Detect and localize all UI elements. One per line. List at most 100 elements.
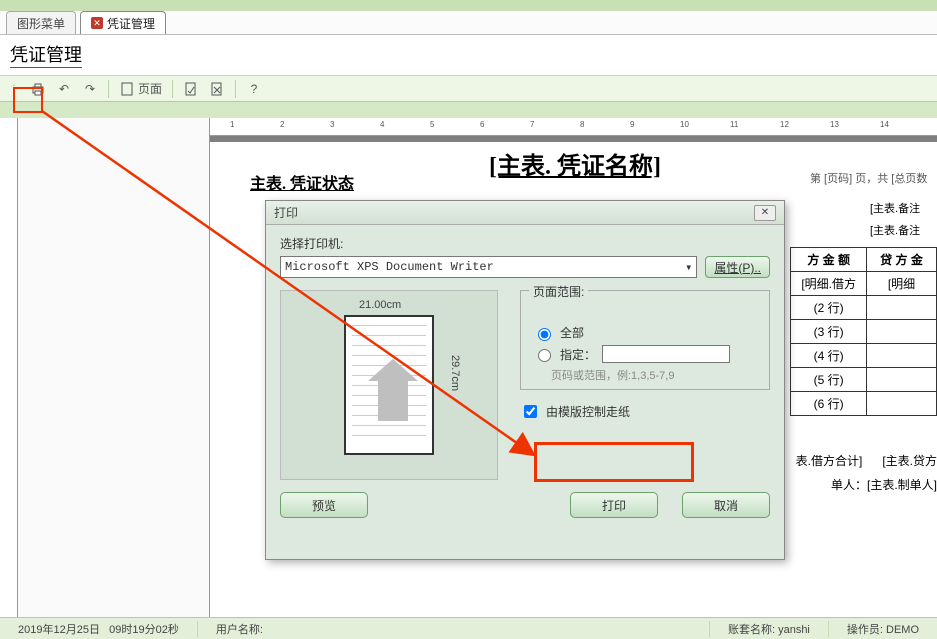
horizontal-ruler: 1234567891011121314 — [210, 118, 937, 136]
paper-width-label: 21.00cm — [359, 299, 401, 311]
cell: (6 行) — [791, 392, 867, 416]
remark-placeholder[interactable]: [主表.备注 — [870, 200, 920, 216]
chevron-down-icon: ▾ — [685, 260, 692, 275]
cell — [867, 368, 937, 392]
status-placeholder[interactable]: 主表. 凭证状态 — [250, 170, 354, 194]
page-range-hint: 页码或范围，例:1,3,5-7,9 — [551, 367, 757, 383]
amount-table[interactable]: 方 金 额贷 方 金 [明细.借方[明细 (2 行) (3 行) (4 行) (… — [790, 247, 937, 416]
paper-height-label: 29.7cm — [449, 355, 461, 391]
annotation-box-source — [13, 87, 43, 113]
ruler-tick: 10 — [680, 120, 689, 129]
tab-bar: 图形菜单 ✕ 凭证管理 — [0, 11, 937, 35]
cell — [867, 320, 937, 344]
page-title: 凭证管理 — [0, 35, 937, 76]
col-debit: 方 金 额 — [791, 248, 867, 272]
col-credit: 贷 方 金 — [867, 248, 937, 272]
cell: (5 行) — [791, 368, 867, 392]
cell — [867, 296, 937, 320]
page-range-fieldset: 页面范围: 全部 指定： 页码或范围，例:1,3,5-7,9 — [520, 290, 770, 390]
dialog-title: 打印 — [274, 204, 298, 221]
tab-label: 图形菜单 — [17, 15, 65, 32]
tab-graphic-menu[interactable]: 图形菜单 — [6, 11, 76, 34]
ruler-tick: 11 — [730, 120, 738, 129]
print-confirm-button[interactable]: 打印 — [570, 492, 658, 518]
ruler-tick: 9 — [630, 120, 634, 129]
ruler-tick: 4 — [380, 120, 384, 129]
cancel-button[interactable]: 取消 — [682, 492, 770, 518]
redo-button[interactable]: ↷ — [82, 81, 98, 97]
ruler-tick: 3 — [330, 120, 334, 129]
printer-properties-button[interactable]: 属性(P).. — [705, 256, 770, 278]
template-paper-label: 由模版控制走纸 — [546, 403, 630, 420]
tool-a-button[interactable] — [183, 81, 199, 97]
radio-all-input[interactable] — [538, 328, 551, 341]
help-icon: ? — [246, 81, 262, 97]
cell: [明细.借方 — [791, 272, 867, 296]
ruler-tick: 7 — [530, 120, 534, 129]
page-setup-button[interactable]: 页面 — [119, 80, 162, 97]
status-user-label: 用户名称: — [216, 624, 263, 636]
undo-button[interactable]: ↶ — [56, 81, 72, 97]
ruler-tick: 13 — [830, 120, 839, 129]
status-date: 2019年12月25日 — [18, 624, 100, 636]
print-dialog: 打印 ✕ 选择打印机: Microsoft XPS Document Write… — [265, 200, 785, 560]
printer-select-value: Microsoft XPS Document Writer — [285, 260, 494, 274]
ruler-tick: 1 — [230, 120, 234, 129]
pager-placeholder[interactable]: 第 [页码] 页，共 [总页数 — [810, 170, 927, 186]
page-check-icon — [183, 81, 199, 97]
status-acct-value: yanshi — [778, 624, 810, 636]
ruler-tick: 6 — [480, 120, 484, 129]
redo-icon: ↷ — [82, 81, 98, 97]
arrow-up-icon — [378, 381, 408, 421]
template-paper-checkbox-row[interactable]: 由模版控制走纸 — [520, 402, 770, 421]
radio-all-label: 全部 — [560, 324, 584, 341]
sum-debit-placeholder[interactable]: 表.借方合计] — [796, 452, 863, 469]
tool-b-button[interactable] — [209, 81, 225, 97]
ruler-tick: 12 — [780, 120, 789, 129]
status-op-label: 操作员 — [847, 624, 880, 636]
cell: [明细 — [867, 272, 937, 296]
template-paper-checkbox[interactable] — [524, 405, 537, 418]
toolbar-page-label: 页面 — [138, 80, 162, 97]
left-gutter — [18, 118, 210, 617]
dialog-close-button[interactable]: ✕ — [754, 205, 776, 221]
remark2-placeholder[interactable]: [主表.备注 — [870, 222, 920, 238]
annotation-box-target — [534, 442, 694, 482]
radio-specify-label: 指定： — [560, 346, 596, 363]
help-button[interactable]: ? — [246, 81, 262, 97]
select-printer-label: 选择打印机: — [280, 235, 770, 252]
cell: (3 行) — [791, 320, 867, 344]
dialog-titlebar[interactable]: 打印 ✕ — [266, 201, 784, 225]
ruler-tick: 14 — [880, 120, 889, 129]
tab-label: 凭证管理 — [107, 15, 155, 32]
ruler-tick: 5 — [430, 120, 434, 129]
sum-credit-placeholder[interactable]: [主表.贷方 — [882, 452, 937, 469]
status-time: 09时19分02秒 — [109, 624, 179, 636]
page-range-legend: 页面范围: — [529, 283, 588, 300]
cell — [867, 344, 937, 368]
ruler-tick: 2 — [280, 120, 284, 129]
status-op-value: DEMO — [886, 624, 919, 636]
maker-placeholder[interactable]: 单人：[主表.制单人] — [831, 476, 937, 493]
cell: (2 行) — [791, 296, 867, 320]
radio-specify[interactable]: 指定： — [533, 345, 757, 363]
title-placeholder[interactable]: [主表. 凭证名称] — [450, 146, 700, 181]
page-range-input[interactable] — [602, 345, 730, 363]
tab-voucher-mgmt[interactable]: ✕ 凭证管理 — [80, 11, 166, 34]
radio-specify-input[interactable] — [538, 349, 551, 362]
close-icon[interactable]: ✕ — [91, 17, 103, 29]
vertical-ruler — [0, 118, 18, 617]
status-bar: 2019年12月25日 09时19分02秒 用户名称: 账套名称: yanshi… — [0, 617, 937, 639]
page-cross-icon — [209, 81, 225, 97]
cell: (4 行) — [791, 344, 867, 368]
paper-preview: 21.00cm 29.7cm — [280, 290, 498, 480]
cell — [867, 392, 937, 416]
page-icon — [119, 81, 135, 97]
radio-all[interactable]: 全部 — [533, 324, 757, 341]
printer-select[interactable]: Microsoft XPS Document Writer ▾ — [280, 256, 697, 278]
preview-button[interactable]: 预览 — [280, 492, 368, 518]
status-acct-label: 账套名称: — [728, 624, 775, 636]
undo-icon: ↶ — [56, 81, 72, 97]
ruler-tick: 8 — [580, 120, 584, 129]
toolbar: ⋮ ↶ ↷ 页面 ? — [0, 76, 937, 102]
